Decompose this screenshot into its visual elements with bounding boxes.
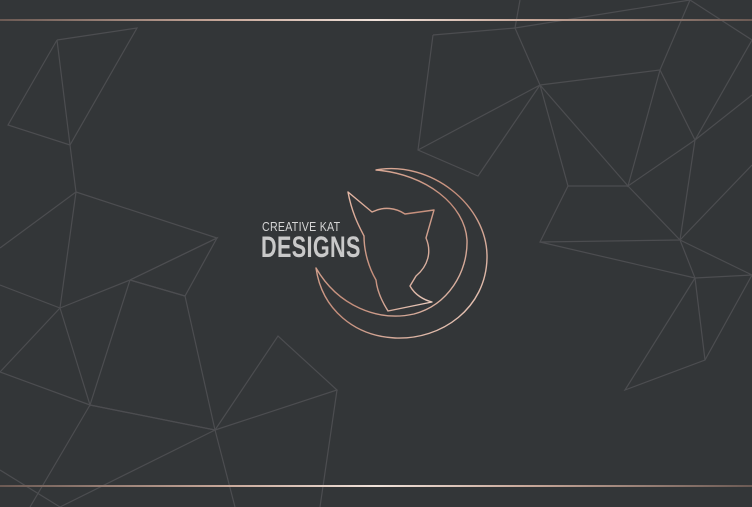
cat-moon-logo-icon (315, 167, 488, 339)
